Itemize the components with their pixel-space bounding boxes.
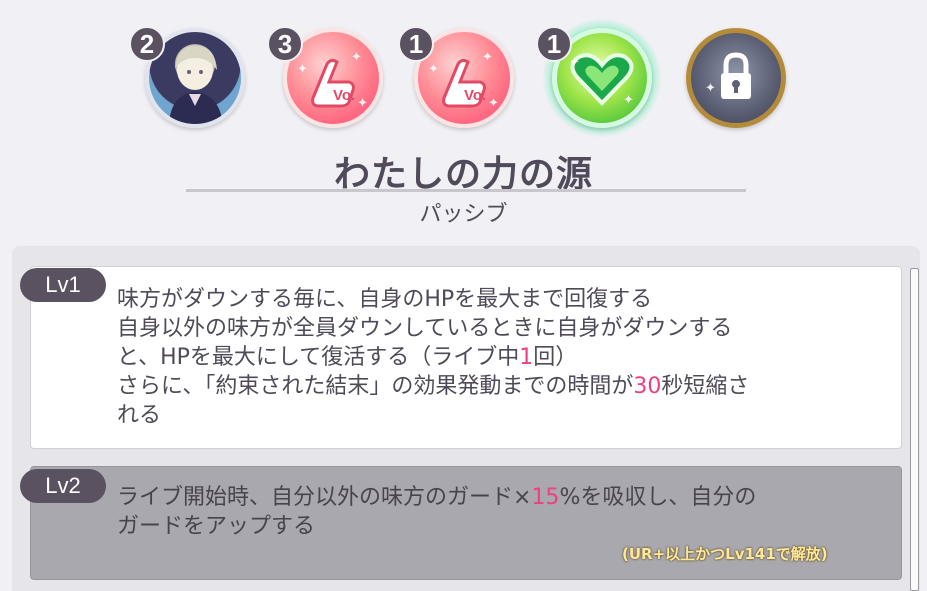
title-divider xyxy=(186,189,746,192)
description-line: と、HPを最大にして復活する（ライブ中 xyxy=(117,345,520,370)
count-badge: 1 xyxy=(398,26,434,62)
description-line: 自身以外の味方が全員ダウンしているときに自身がダウンする xyxy=(117,316,733,341)
skill-type: パッシブ xyxy=(419,202,508,227)
description-line: さらに、「約束された結末」の効果発動までの時間が xyxy=(117,374,634,399)
unlock-condition: (UR+以上かつLv141で解放) xyxy=(622,545,828,563)
description-line: 秒短縮さ xyxy=(661,374,750,399)
slot-character-portrait[interactable]: 2 xyxy=(129,26,245,128)
description-line: ライブ開始時、自分以外の味方のガード× xyxy=(117,485,532,510)
svg-text:Vo.: Vo. xyxy=(464,87,486,104)
level-tag: Lv2 xyxy=(20,469,106,503)
slot-locked[interactable]: ✦ xyxy=(686,28,786,128)
highlight-number: 1 xyxy=(519,345,534,370)
count-badge: 2 xyxy=(129,26,165,62)
description-line: ガードをアップする xyxy=(117,514,316,539)
description-line: %を吸収し、自分の xyxy=(559,485,757,510)
skill-icon-row: 2 3 ✦ ✦ ✦ Vo. 1 ✦ ✦ ✦ Vo. 1 ✦ ✦ ✦ xyxy=(0,0,927,140)
highlight-number: 30 xyxy=(633,374,662,399)
level-description: 味方がダウンする毎に、自身のHPを最大まで回復する 自身以外の味方が全員ダウンし… xyxy=(117,285,749,430)
highlight-number: 15 xyxy=(531,485,560,510)
description-line: れる xyxy=(117,403,162,428)
slot-vocal-boost-1[interactable]: 1 ✦ ✦ ✦ Vo. xyxy=(398,26,514,128)
count-badge: 3 xyxy=(267,26,303,62)
count-badge: 1 xyxy=(536,26,572,62)
slot-vocal-boost-3[interactable]: 3 ✦ ✦ ✦ Vo. xyxy=(267,26,383,128)
level-description: ライブ開始時、自分以外の味方のガード×15%を吸収し、自分の ガードをアップする xyxy=(117,483,756,541)
slot-heart[interactable]: 1 ✦ ✦ xyxy=(536,19,661,137)
scrollbar[interactable] xyxy=(910,268,919,591)
level-tag: Lv1 xyxy=(20,268,106,302)
locked-portrait-icon: ✦ xyxy=(686,28,786,128)
svg-text:Vo.: Vo. xyxy=(333,87,355,104)
description-line: 味方がダウンする毎に、自身のHPを最大まで回復する xyxy=(117,287,653,312)
description-line: 回） xyxy=(533,345,578,370)
